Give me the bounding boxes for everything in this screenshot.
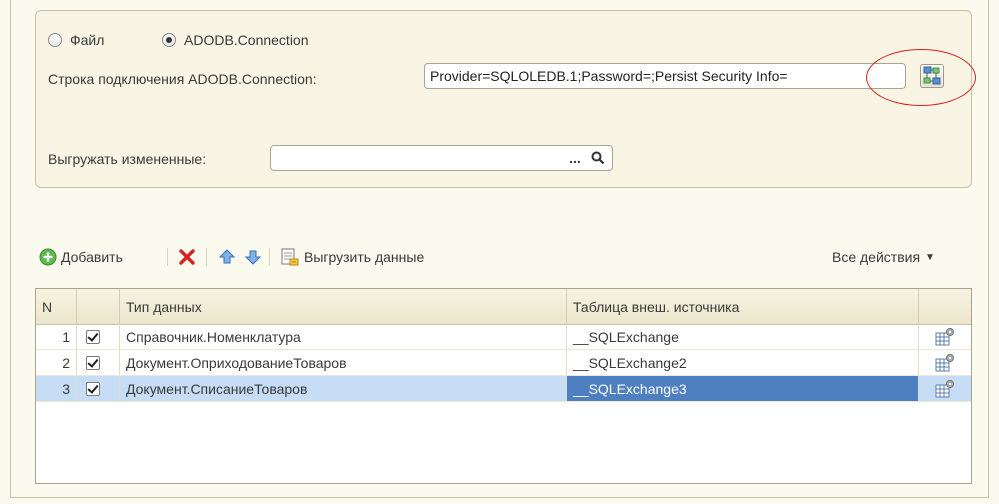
connection-string-label: Строка подключения ADODB.Connection: — [48, 71, 317, 87]
row-checkbox-cell[interactable] — [77, 324, 120, 350]
table-settings-icon — [935, 353, 955, 371]
row-settings-button[interactable] — [919, 350, 971, 376]
export-changed-label: Выгружать измененные: — [48, 151, 207, 167]
move-down-button[interactable] — [244, 244, 262, 270]
row-checkbox[interactable] — [86, 381, 100, 396]
column-header-check[interactable] — [77, 289, 120, 324]
toolbar-divider — [269, 248, 270, 266]
radio-adodb-circle[interactable] — [162, 33, 176, 47]
export-changed-field[interactable]: ... — [270, 145, 613, 171]
radio-file-label: Файл — [70, 32, 105, 48]
mapping-table: N Тип данных Таблица внеш. источника 1 С… — [35, 288, 972, 484]
all-actions-label: Все действия — [832, 249, 921, 265]
column-header-source[interactable]: Таблица внеш. источника — [567, 289, 919, 324]
move-down-icon — [244, 250, 262, 265]
radio-adodb[interactable]: ADODB.Connection — [162, 30, 309, 50]
search-icon[interactable] — [589, 146, 607, 170]
radio-adodb-label: ADODB.Connection — [184, 32, 309, 48]
delete-button[interactable] — [178, 244, 196, 270]
column-header-type[interactable]: Тип данных — [120, 289, 567, 324]
row-checkbox-cell[interactable] — [77, 350, 120, 376]
row-data-type[interactable]: Справочник.Номенклатура — [120, 324, 567, 350]
export-data-label: Выгрузить данные — [304, 249, 425, 265]
connection-string-value: Provider=SQLOLEDB.1;Password=;Persist Se… — [430, 68, 788, 84]
export-data-icon — [281, 248, 299, 266]
table-row-selected[interactable]: 3 Документ.СписаниеТоваров __SQLExchange… — [36, 376, 971, 402]
export-data-button[interactable]: Выгрузить данные — [280, 244, 424, 270]
row-number: 3 — [36, 376, 77, 402]
radio-file-circle[interactable] — [48, 33, 62, 47]
add-button-label: Добавить — [61, 249, 123, 265]
row-number: 2 — [36, 350, 77, 376]
table-row[interactable]: 1 Справочник.Номенклатура __SQLExchange — [36, 324, 971, 350]
row-settings-button[interactable] — [919, 324, 971, 350]
row-checkbox-cell[interactable] — [77, 376, 120, 402]
column-header-n[interactable]: N — [36, 289, 77, 324]
radio-file[interactable]: Файл — [48, 30, 104, 50]
table-settings-icon — [935, 379, 955, 397]
table-row[interactable]: 2 Документ.ОприходованиеТоваров __SQLExc… — [36, 350, 971, 376]
delete-icon — [179, 249, 195, 265]
add-button[interactable]: Добавить — [38, 244, 123, 270]
column-header-settings[interactable] — [919, 289, 971, 324]
add-icon — [39, 248, 57, 266]
table-header: N Тип данных Таблица внеш. источника — [36, 289, 971, 325]
select-button[interactable]: ... — [566, 146, 584, 170]
row-settings-button[interactable] — [919, 376, 971, 402]
chevron-down-icon: ▼ — [925, 251, 935, 263]
row-source-table[interactable]: __SQLExchange2 — [567, 350, 919, 376]
move-up-button[interactable] — [218, 244, 236, 270]
row-source-table[interactable]: __SQLExchange3 — [567, 376, 919, 402]
table-toolbar: Добавить Выгрузить данные Все действия ▼ — [38, 244, 973, 270]
highlight-ellipse — [866, 49, 976, 106]
move-up-icon — [218, 249, 236, 264]
table-settings-icon — [935, 327, 955, 345]
row-data-type[interactable]: Документ.СписаниеТоваров — [120, 376, 567, 402]
row-checkbox[interactable] — [86, 329, 100, 344]
row-data-type[interactable]: Документ.ОприходованиеТоваров — [120, 350, 567, 376]
toolbar-divider — [206, 248, 207, 266]
toolbar-divider — [167, 248, 168, 266]
row-source-table[interactable]: __SQLExchange — [567, 324, 919, 350]
row-checkbox[interactable] — [86, 355, 100, 370]
all-actions-menu[interactable]: Все действия ▼ — [832, 244, 935, 270]
connection-string-field[interactable]: Provider=SQLOLEDB.1;Password=;Persist Se… — [424, 63, 906, 89]
row-number: 1 — [36, 324, 77, 350]
